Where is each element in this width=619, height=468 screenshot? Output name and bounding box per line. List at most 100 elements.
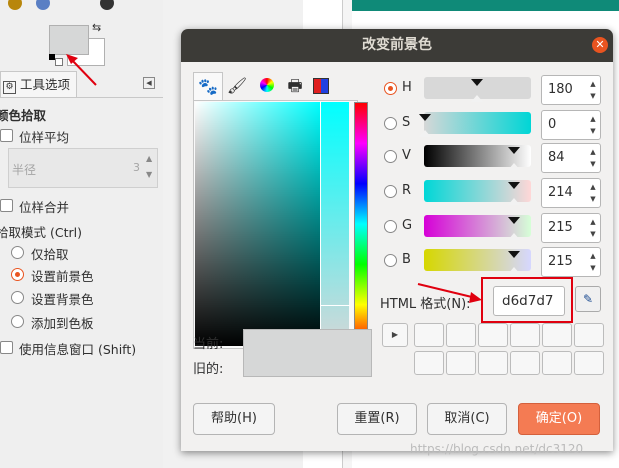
channel-b-radio[interactable] bbox=[384, 254, 397, 267]
channel-g-label: G bbox=[402, 218, 413, 233]
history-swatch[interactable] bbox=[446, 323, 476, 347]
default-colors-fg-icon[interactable] bbox=[49, 54, 55, 60]
sample-merged-checkbox[interactable] bbox=[0, 199, 13, 212]
channel-b-spinbox[interactable]: 215 ▲ ▼ bbox=[541, 247, 601, 277]
mode-set-fg-radio[interactable] bbox=[11, 268, 24, 281]
channel-s-value: 0 bbox=[548, 117, 557, 132]
mode-set-bg-radio[interactable] bbox=[11, 291, 24, 304]
channel-h-label: H bbox=[402, 80, 412, 95]
printer-cmyk-icon[interactable]: 🖶 bbox=[281, 72, 309, 100]
history-swatch[interactable] bbox=[542, 323, 572, 347]
channel-v-spinbox[interactable]: 84 ▲ ▼ bbox=[541, 143, 601, 173]
channel-v-radio[interactable] bbox=[384, 150, 397, 163]
history-swatch[interactable] bbox=[574, 351, 604, 375]
ok-button[interactable]: 确定(O) bbox=[518, 403, 600, 435]
channel-s-spinbox[interactable]: 0 ▲ ▼ bbox=[541, 110, 601, 140]
slider-marker[interactable] bbox=[508, 251, 520, 258]
radius-value: 3 bbox=[133, 161, 140, 174]
swap-colors-icon[interactable]: ⇆ bbox=[92, 21, 101, 34]
pick-mode-label: 拾取模式 (Ctrl) bbox=[0, 225, 82, 240]
use-info-window-checkbox[interactable] bbox=[0, 341, 13, 354]
history-swatch[interactable] bbox=[510, 323, 540, 347]
foreground-color-swatch[interactable] bbox=[49, 25, 89, 55]
channel-h-radio[interactable] bbox=[384, 82, 397, 95]
mode-set-bg-label: 设置背景色 bbox=[31, 292, 94, 307]
spin-arrows-icon[interactable]: ▲ ▼ bbox=[588, 250, 598, 274]
slider-marker-bottom bbox=[508, 267, 520, 274]
palette-icon[interactable] bbox=[307, 72, 335, 100]
help-button[interactable]: 帮助(H) bbox=[193, 403, 275, 435]
dialog-title: 改变前景色 bbox=[362, 37, 432, 53]
history-swatch[interactable] bbox=[414, 323, 444, 347]
history-swatch[interactable] bbox=[414, 351, 444, 375]
history-swatch[interactable] bbox=[478, 351, 508, 375]
mode-add-palette-radio[interactable] bbox=[11, 315, 24, 328]
crosshair-horizontal bbox=[321, 305, 350, 306]
channel-r-spinbox[interactable]: 214 ▲ ▼ bbox=[541, 178, 601, 208]
channel-s-radio[interactable] bbox=[384, 117, 397, 130]
history-swatch[interactable] bbox=[478, 323, 508, 347]
spin-arrows-icon[interactable]: ▲ ▼ bbox=[588, 146, 598, 170]
annotation-highlight-box bbox=[481, 277, 573, 323]
cancel-button[interactable]: 取消(C) bbox=[427, 403, 507, 435]
history-swatch[interactable] bbox=[510, 351, 540, 375]
add-to-history-button[interactable]: ▶ bbox=[382, 323, 408, 347]
history-swatch[interactable] bbox=[446, 351, 476, 375]
tool-options-dock: ⇆ ⚙ 工具选项 ◀ 颜色拾取 位样平均 半径 3 ▲ ▼ 位样合并 拾取模式 (C… bbox=[0, 0, 163, 468]
slider-marker[interactable] bbox=[508, 217, 520, 224]
gimp-selector-icon[interactable]: 🐾 bbox=[193, 72, 223, 101]
mode-pick-only-radio[interactable] bbox=[11, 246, 24, 259]
channel-v-slider[interactable] bbox=[424, 145, 531, 170]
channel-g-radio[interactable] bbox=[384, 220, 397, 233]
channel-g-slider[interactable] bbox=[424, 215, 531, 240]
current-old-color-preview bbox=[243, 329, 372, 377]
channel-h-spinbox[interactable]: 180 ▲ ▼ bbox=[541, 75, 601, 105]
eyedropper-button[interactable]: ✎ bbox=[575, 286, 601, 312]
channel-s-label: S bbox=[402, 115, 411, 130]
slider-marker[interactable] bbox=[471, 79, 483, 86]
document-header-bar bbox=[352, 0, 619, 11]
spin-arrows-icon[interactable]: ▲ ▼ bbox=[588, 181, 598, 205]
slider-marker-bottom bbox=[419, 130, 431, 137]
current-label: 当前: bbox=[193, 337, 224, 352]
slider-marker[interactable] bbox=[508, 182, 520, 189]
tab-label: 工具选项 bbox=[20, 77, 71, 92]
radius-stepper-icon[interactable]: ▲ ▼ bbox=[146, 151, 152, 183]
spin-arrows-icon[interactable]: ▲ ▼ bbox=[588, 78, 598, 102]
saturation-strip[interactable] bbox=[321, 102, 349, 346]
ink-icon[interactable] bbox=[100, 0, 114, 10]
saturation-value-square[interactable] bbox=[195, 102, 320, 346]
history-swatch[interactable] bbox=[542, 351, 572, 375]
slider-marker[interactable] bbox=[419, 114, 431, 121]
channel-v-value: 84 bbox=[548, 150, 565, 165]
spin-arrows-icon[interactable]: ▲ ▼ bbox=[588, 113, 598, 137]
channel-r-radio[interactable] bbox=[384, 185, 397, 198]
color-wheel-icon[interactable] bbox=[253, 72, 281, 100]
channel-g-value: 215 bbox=[548, 220, 573, 235]
channel-h-slider[interactable] bbox=[424, 77, 531, 102]
sample-merged-label: 位样合并 bbox=[19, 200, 70, 215]
slider-marker-bottom bbox=[508, 163, 520, 170]
sample-average-checkbox[interactable] bbox=[0, 129, 13, 142]
spin-arrows-icon[interactable]: ▲ ▼ bbox=[588, 216, 598, 240]
reset-button[interactable]: 重置(R) bbox=[337, 403, 417, 435]
slider-marker-bottom bbox=[508, 198, 520, 205]
hue-strip[interactable] bbox=[354, 102, 368, 346]
tab-tool-options[interactable]: ⚙ 工具选项 bbox=[0, 71, 77, 98]
channel-s-slider[interactable] bbox=[419, 112, 531, 137]
bucket-fill-icon[interactable] bbox=[8, 0, 22, 10]
close-icon[interactable]: ✕ bbox=[592, 37, 608, 53]
channel-r-slider[interactable] bbox=[424, 180, 531, 205]
dialog-titlebar[interactable]: 改变前景色 bbox=[181, 29, 613, 62]
blend-icon[interactable] bbox=[36, 0, 50, 10]
channel-g-spinbox[interactable]: 215 ▲ ▼ bbox=[541, 213, 601, 243]
history-swatch[interactable] bbox=[574, 323, 604, 347]
brush-watercolor-icon[interactable]: 🖌 bbox=[223, 72, 251, 100]
change-fg-color-dialog: 改变前景色 ✕ 🐾 🖌 🖶 当前: 旧的: H 180 ▲▼ S 0 ▲▼ bbox=[181, 29, 613, 451]
radius-field[interactable]: 半径 3 ▲ ▼ bbox=[8, 148, 158, 188]
default-colors-bg-icon[interactable] bbox=[55, 58, 63, 66]
slider-marker[interactable] bbox=[508, 147, 520, 154]
channel-b-slider[interactable] bbox=[424, 249, 531, 274]
dock-menu-icon[interactable]: ◀ bbox=[143, 77, 155, 89]
channel-r-value: 214 bbox=[548, 185, 573, 200]
